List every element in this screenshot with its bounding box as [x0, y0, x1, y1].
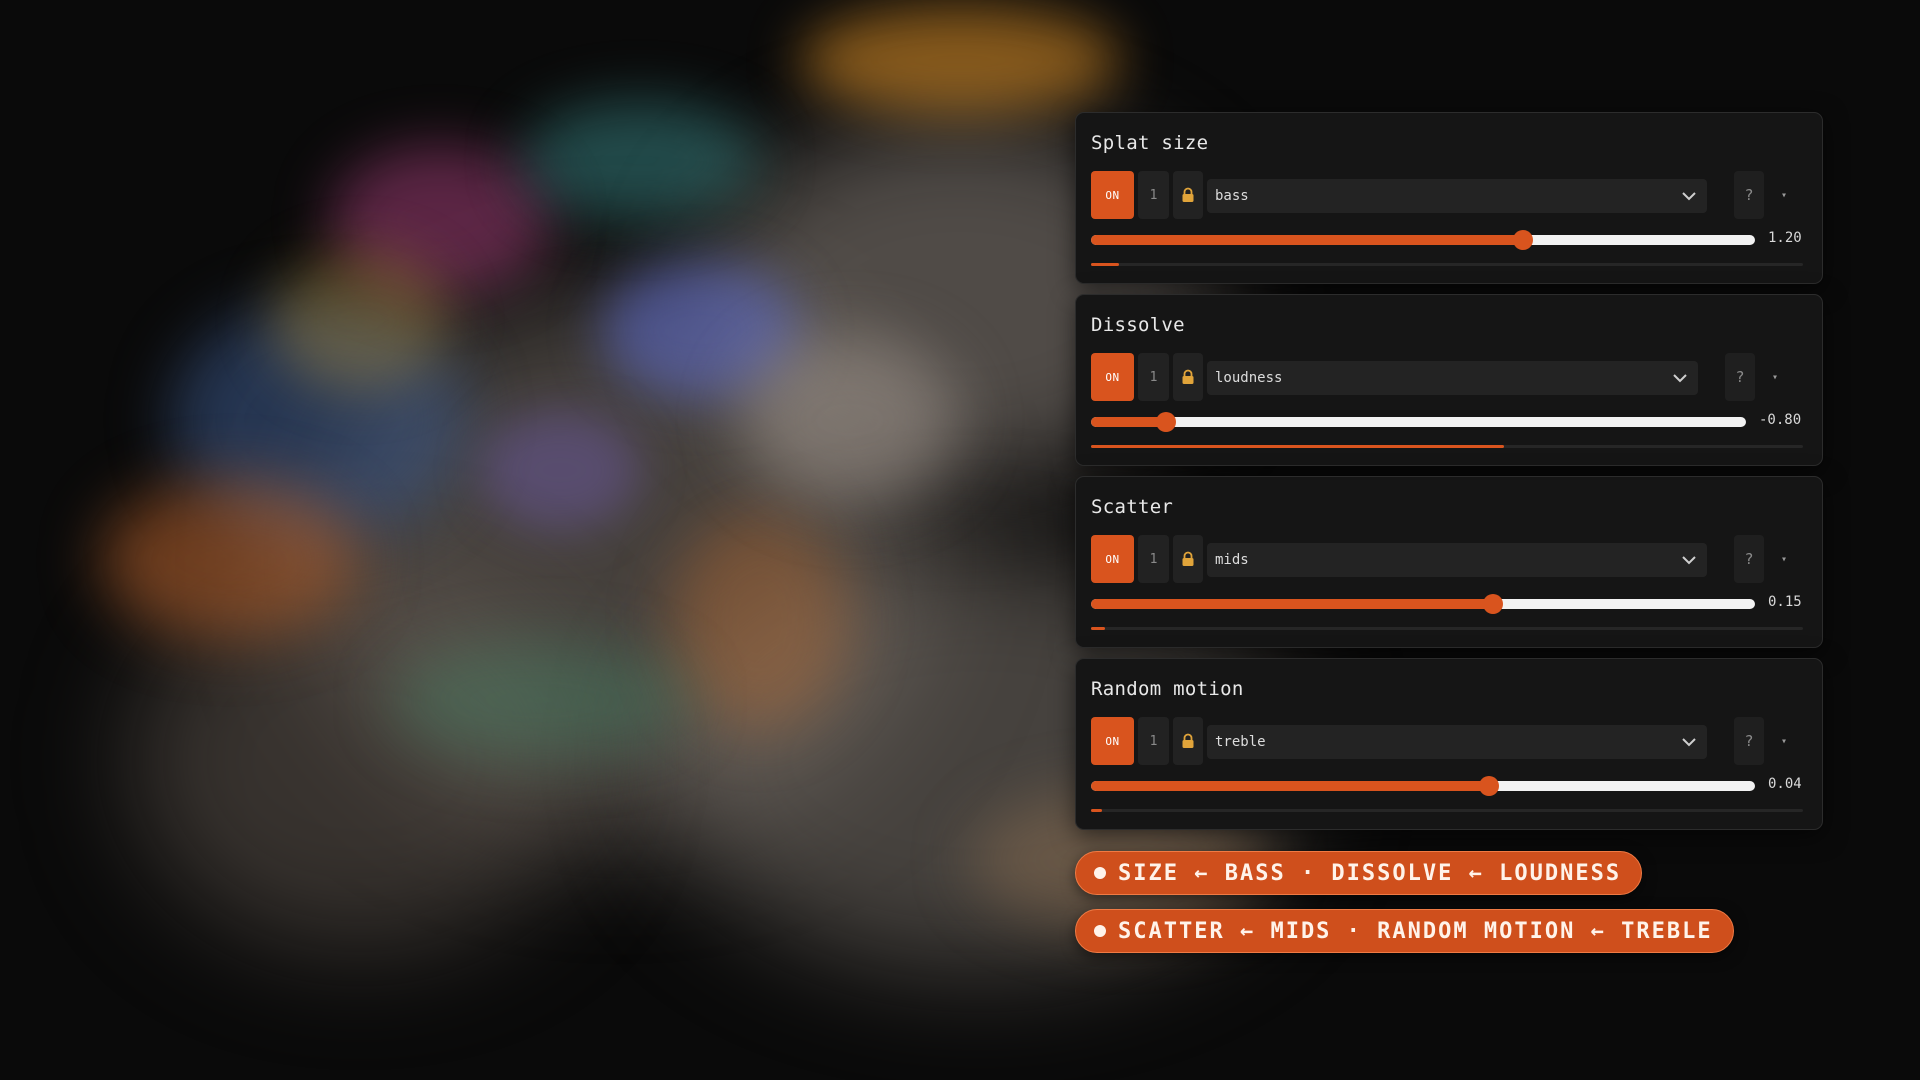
- mapping-tag-size-dissolve: SIZE ← BASS · DISSOLVE ← LOUDNESS: [1075, 851, 1643, 895]
- status-dot-icon: [1094, 867, 1106, 879]
- on-toggle-button[interactable]: ON: [1091, 353, 1134, 401]
- select-value: bass: [1215, 188, 1249, 204]
- slider-thumb[interactable]: [1156, 412, 1177, 432]
- splat-blob: [100, 480, 360, 640]
- dissolve-panel: Dissolve ON 1 loudness ? ▾ -0.80: [1075, 294, 1823, 466]
- slider-track: [1091, 417, 1746, 427]
- chevron-down-icon: [1673, 374, 1687, 383]
- help-button[interactable]: ?: [1734, 535, 1764, 583]
- slider-fill: [1091, 781, 1490, 791]
- slider-fill: [1091, 235, 1523, 245]
- scatter-panel: Scatter ON 1 mids ? ▾ 0.15: [1075, 476, 1823, 648]
- audio-source-select[interactable]: treble: [1207, 725, 1707, 759]
- help-button[interactable]: ?: [1725, 353, 1755, 401]
- chevron-down-icon: [1682, 192, 1696, 201]
- tag-text: SCATTER ← MIDS · RANDOM MOTION ← TREBLE: [1118, 918, 1713, 944]
- status-dot-icon: [1094, 925, 1106, 937]
- level-meter: [1091, 627, 1803, 630]
- chevron-down-icon: [1682, 556, 1696, 565]
- meter-fill: [1091, 263, 1120, 266]
- splat-size-panel: Splat size ON 1 bass ? ▾ 1.20: [1075, 112, 1823, 284]
- splat-blob: [480, 410, 640, 530]
- menu-caret-button[interactable]: ▾: [1769, 535, 1799, 583]
- value-slider[interactable]: [1091, 594, 1755, 614]
- value-slider[interactable]: [1091, 776, 1755, 796]
- splat-blob: [740, 335, 960, 505]
- meter-fill: [1091, 627, 1106, 630]
- audio-source-select[interactable]: loudness: [1207, 361, 1698, 395]
- lock-icon[interactable]: [1173, 171, 1203, 219]
- panel-title: Random motion: [1091, 678, 1244, 700]
- value-slider[interactable]: [1091, 412, 1746, 432]
- panel-title: Scatter: [1091, 496, 1174, 518]
- channel-button[interactable]: 1: [1138, 717, 1169, 765]
- slider-fill: [1091, 417, 1167, 427]
- slider-thumb[interactable]: [1512, 230, 1533, 250]
- splat-blob: [800, 5, 1120, 115]
- control-row: ON 1 bass ? ▾: [1091, 171, 1803, 219]
- panel-title: Splat size: [1091, 132, 1209, 154]
- menu-caret-button[interactable]: ▾: [1760, 353, 1790, 401]
- value-readout: -0.80: [1759, 412, 1802, 428]
- channel-button[interactable]: 1: [1138, 535, 1169, 583]
- help-button[interactable]: ?: [1734, 171, 1764, 219]
- control-row: ON 1 mids ? ▾: [1091, 535, 1803, 583]
- value-readout: 0.15: [1768, 594, 1802, 610]
- on-toggle-button[interactable]: ON: [1091, 171, 1134, 219]
- splat-blob: [520, 100, 760, 220]
- value-readout: 1.20: [1768, 230, 1802, 246]
- audio-source-select[interactable]: mids: [1207, 543, 1707, 577]
- menu-caret-button[interactable]: ▾: [1769, 171, 1799, 219]
- on-toggle-button[interactable]: ON: [1091, 717, 1134, 765]
- select-value: loudness: [1215, 370, 1283, 386]
- channel-button[interactable]: 1: [1138, 353, 1169, 401]
- splat-blob: [670, 510, 850, 730]
- slider-thumb[interactable]: [1479, 776, 1500, 796]
- help-button[interactable]: ?: [1734, 717, 1764, 765]
- mapping-tag-scatter-motion: SCATTER ← MIDS · RANDOM MOTION ← TREBLE: [1075, 909, 1734, 953]
- select-value: mids: [1215, 552, 1249, 568]
- panel-title: Dissolve: [1091, 314, 1185, 336]
- slider-thumb[interactable]: [1482, 594, 1503, 614]
- value-readout: 0.04: [1768, 776, 1802, 792]
- level-meter: [1091, 445, 1803, 448]
- tag-text: SIZE ← BASS · DISSOLVE ← LOUDNESS: [1118, 860, 1622, 886]
- chevron-down-icon: [1682, 738, 1696, 747]
- channel-button[interactable]: 1: [1138, 171, 1169, 219]
- audio-source-select[interactable]: bass: [1207, 179, 1707, 213]
- meter-fill: [1091, 809, 1102, 812]
- lock-icon[interactable]: [1173, 353, 1203, 401]
- random-motion-panel: Random motion ON 1 treble ? ▾ 0.04: [1075, 658, 1823, 830]
- level-meter: [1091, 263, 1803, 266]
- slider-fill: [1091, 599, 1493, 609]
- select-value: treble: [1215, 734, 1266, 750]
- on-toggle-button[interactable]: ON: [1091, 535, 1134, 583]
- meter-fill: [1091, 445, 1504, 448]
- lock-icon[interactable]: [1173, 717, 1203, 765]
- level-meter: [1091, 809, 1803, 812]
- control-row: ON 1 loudness ? ▾: [1091, 353, 1803, 401]
- control-row: ON 1 treble ? ▾: [1091, 717, 1803, 765]
- menu-caret-button[interactable]: ▾: [1769, 717, 1799, 765]
- splat-blob: [390, 640, 690, 760]
- lock-icon[interactable]: [1173, 535, 1203, 583]
- splat-blob: [270, 250, 450, 390]
- value-slider[interactable]: [1091, 230, 1755, 250]
